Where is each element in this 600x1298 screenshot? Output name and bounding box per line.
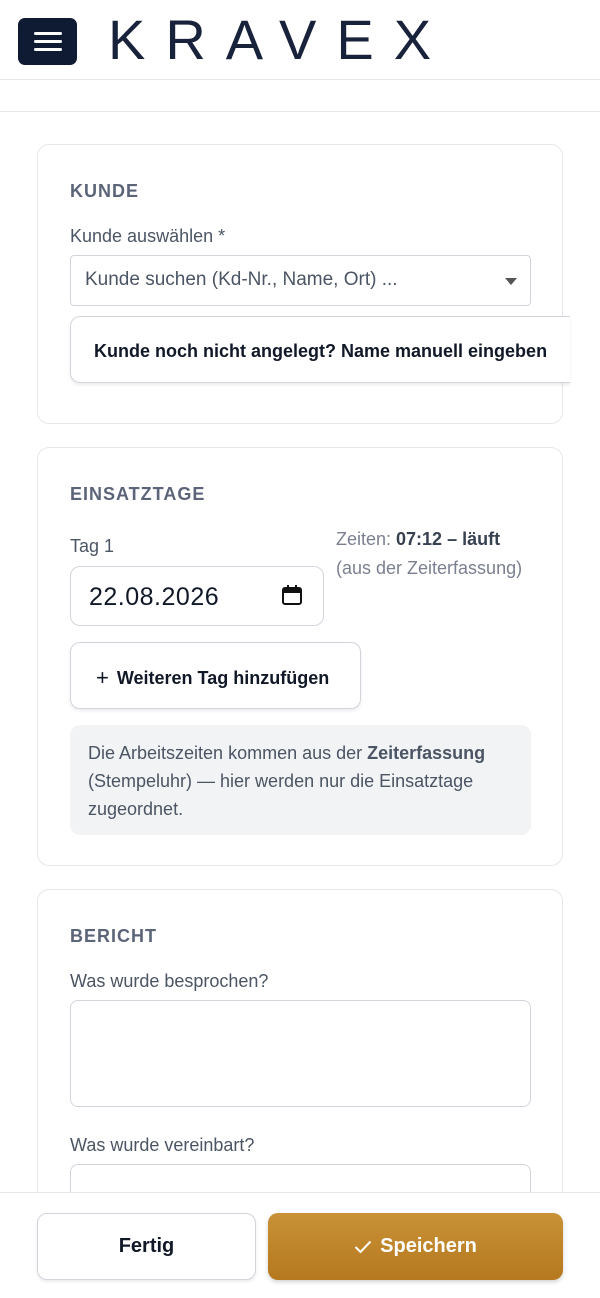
times-suffix: (aus der Zeiterfassung) [336,558,523,578]
discussed-textarea[interactable] [70,1000,531,1107]
calendar-icon[interactable] [281,584,303,606]
checkmark-icon [354,1240,372,1254]
info-text-start: Die Arbeitszeiten kommen aus der [88,743,368,763]
time-tracking-info: Die Arbeitszeiten kommen aus der Zeiterf… [70,725,531,835]
day-1-date-input[interactable]: 22.08.2026 [70,566,324,626]
plus-icon: + [96,665,109,690]
svg-text:KRAVEX: KRAVEX [108,12,451,68]
report-section-title: BERICHT [70,926,157,946]
action-bar: Fertig Speichern [0,1192,600,1298]
menu-icon-line [33,40,62,43]
brand-logo[interactable]: KRAVEX [108,12,492,68]
customer-select-label: Kunde auswählen * [70,226,226,246]
times-value: 07:12 – läuft [396,529,501,549]
save-button[interactable]: Speichern [268,1213,563,1280]
info-text-end: (Stempeluhr) — hier werden nur die Einsa… [88,771,474,819]
menu-button[interactable] [18,18,77,65]
chevron-down-icon [505,278,517,285]
day-1-times: Zeiten: 07:12 – läuft (aus der Zeiterfas… [336,525,526,583]
form-scroll-area[interactable]: KUNDE Kunde auswählen * Kunde suchen (Kd… [0,112,600,1192]
agreed-textarea[interactable] [70,1164,531,1192]
customer-card: KUNDE Kunde auswählen * Kunde suchen (Kd… [37,144,570,424]
manual-customer-button[interactable]: Kunde noch nicht angelegt? Name manuell … [70,316,570,383]
add-day-button[interactable]: + Weiteren Tag hinzufügen [70,642,361,709]
discussed-label: Was wurde besprochen? [70,971,269,991]
add-day-label: Weiteren Tag hinzufügen [116,668,330,688]
sub-header-bar [0,80,600,112]
info-text-bold: Zeiterfassung [367,743,486,763]
days-section-title: EINSATZTAGE [70,484,206,504]
done-button[interactable]: Fertig [37,1213,256,1280]
days-card: EINSATZTAGE Tag 1 22.08.2026 Zeiten: 07:… [37,447,563,866]
customer-select[interactable]: Kunde suchen (Kd-Nr., Name, Ort) ... [70,255,531,306]
times-prefix: Zeiten: [336,529,397,549]
day-1-date-value: 22.08.2026 [89,583,220,611]
menu-icon-line [33,48,62,51]
report-card: BERICHT Was wurde besprochen? Was wurde … [37,889,563,1192]
menu-icon-line [33,32,62,35]
customer-select-placeholder: Kunde suchen (Kd-Nr., Name, Ort) ... [85,269,398,290]
save-button-label: Speichern [380,1235,477,1257]
day-1-label: Tag 1 [70,536,115,556]
agreed-label: Was wurde vereinbart? [70,1135,255,1155]
app-header: KRAVEX [0,0,600,80]
customer-section-title: KUNDE [70,181,140,201]
